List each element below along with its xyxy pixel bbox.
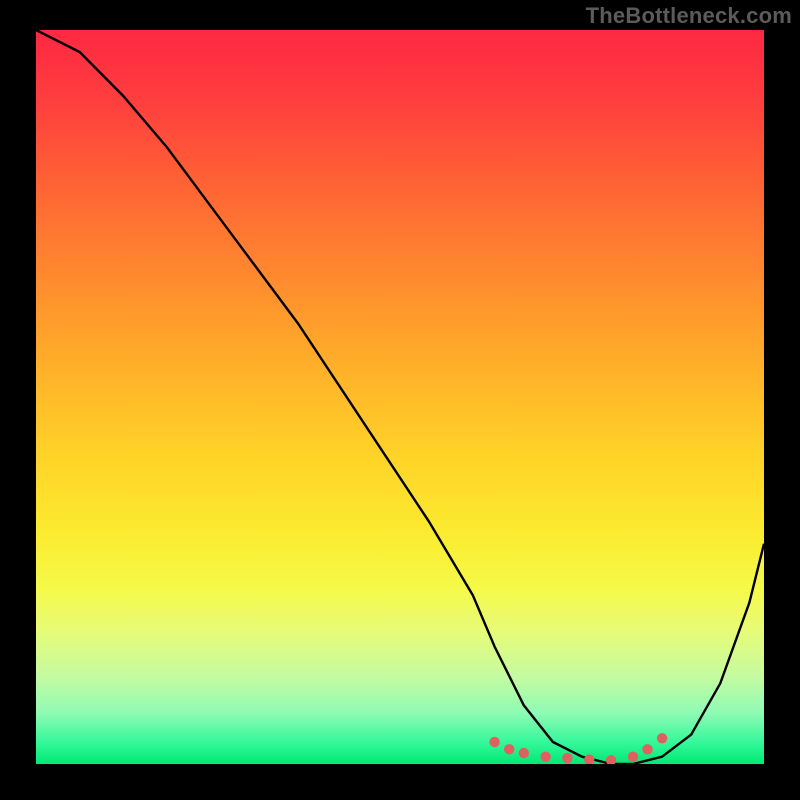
red-dot-marker — [642, 744, 652, 754]
red-dot-marker — [606, 755, 616, 764]
curve-markers — [489, 733, 667, 764]
bottleneck-curve-line — [36, 30, 764, 764]
red-dot-marker — [628, 752, 638, 762]
red-dot-marker — [519, 748, 529, 758]
plot-area — [36, 30, 764, 764]
red-dot-marker — [562, 753, 572, 763]
chart-container: TheBottleneck.com — [0, 0, 800, 800]
red-dot-marker — [657, 733, 667, 743]
curve-svg — [36, 30, 764, 764]
red-dot-marker — [540, 752, 550, 762]
red-dot-marker — [489, 737, 499, 747]
red-dot-marker — [584, 754, 594, 764]
red-dot-marker — [504, 744, 514, 754]
watermark-text: TheBottleneck.com — [586, 3, 792, 29]
